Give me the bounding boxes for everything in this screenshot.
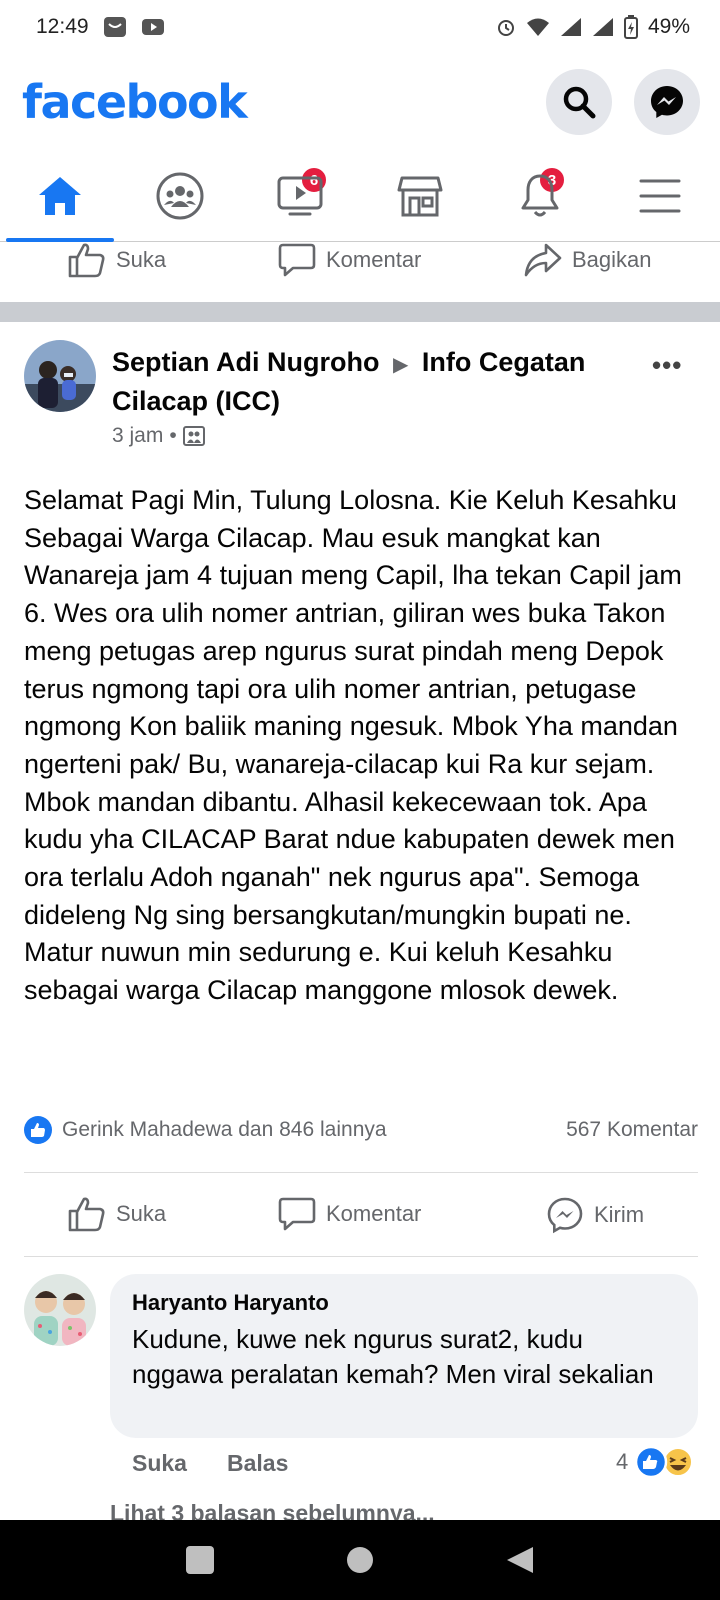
comment-reply-button[interactable]: Balas (227, 1450, 288, 1477)
comment-reaction-count: 4 (616, 1449, 629, 1474)
comment-icon (278, 1197, 316, 1231)
send-label: Kirim (594, 1202, 645, 1227)
meta-dot: • (169, 424, 177, 447)
recents-square-icon[interactable] (185, 1545, 215, 1575)
search-icon (563, 86, 596, 119)
post-body: Selamat Pagi Min, Tulung Lolosna. Kie Ke… (24, 485, 682, 1006)
feed-separator (0, 302, 720, 322)
like-haha-reaction-icon (635, 1446, 694, 1478)
hamburger-menu-icon (639, 179, 681, 212)
like-reaction-icon (24, 1116, 52, 1144)
commenter-avatar[interactable] (24, 1274, 96, 1346)
tab-groups[interactable]: 6 (120, 150, 328, 241)
prev-share-button[interactable]: Bagikan (524, 242, 652, 278)
home-icon (39, 176, 81, 215)
prev-comment-button[interactable]: Komentar (278, 242, 421, 278)
post-author-name[interactable]: Septian Adi Nugroho (112, 347, 379, 377)
watch-video-icon (277, 176, 323, 215)
facebook-logo[interactable]: facebook (22, 75, 248, 129)
thumbs-up-icon (68, 1197, 105, 1232)
comment-label: Komentar (326, 1201, 422, 1226)
battery-level: 49% (647, 15, 690, 38)
comment-bubble[interactable]: Haryanto Haryanto Kudune, kuwe nek nguru… (110, 1274, 698, 1438)
app-header: facebook (0, 54, 720, 150)
divider (24, 1172, 698, 1173)
group-arrow-icon: ▶ (393, 354, 409, 376)
messenger-send-icon (547, 1197, 583, 1234)
battery-charging-icon (623, 15, 638, 39)
bell-icon (521, 174, 559, 216)
author-avatar[interactable] (24, 340, 96, 412)
thumbs-up-icon (68, 243, 105, 278)
messenger-button[interactable] (634, 69, 700, 135)
comment-text: Kudune, kuwe nek ngurus surat2, kudu ngg… (132, 1324, 654, 1389)
signal-icon-2 (592, 17, 614, 37)
comments-count[interactable]: 567 Komentar (566, 1118, 698, 1142)
like-button[interactable]: Suka (68, 1196, 166, 1232)
reactions-summary[interactable]: Gerink Mahadewa dan 846 lainnya (62, 1118, 387, 1142)
prev-share-label: Bagikan (572, 247, 652, 272)
divider (24, 1256, 698, 1257)
group-audience-icon (182, 426, 205, 446)
youtube-notification-icon (141, 17, 165, 37)
post-author-line[interactable]: Septian Adi Nugroho ▶ Info Cegatan Cilac… (112, 344, 632, 419)
prev-comment-label: Komentar (326, 247, 422, 272)
like-label: Suka (116, 1201, 167, 1226)
comment-actions: Suka Balas (132, 1450, 288, 1477)
back-triangle-icon[interactable] (505, 1545, 535, 1575)
main-tab-bar: 6 3 (0, 150, 720, 242)
post-time[interactable]: 3 jam (112, 424, 163, 448)
tab-home[interactable] (0, 150, 120, 242)
prev-like-button[interactable]: Suka (68, 242, 166, 278)
post-meta: 3 jam • (112, 424, 205, 448)
send-button[interactable]: Kirim (546, 1196, 644, 1234)
comment-button[interactable]: Komentar (278, 1196, 421, 1232)
notification-app-icon (103, 16, 127, 38)
tab-menu[interactable] (600, 150, 720, 241)
prev-like-label: Suka (116, 247, 167, 272)
marketplace-icon (397, 176, 443, 216)
tab-notifications[interactable] (480, 150, 600, 241)
commenter-name[interactable]: Haryanto Haryanto (132, 1288, 676, 1318)
comment-icon (278, 243, 316, 277)
tab-watch[interactable]: 3 (240, 150, 566, 241)
tab-marketplace[interactable] (360, 150, 480, 241)
search-button[interactable] (546, 69, 612, 135)
messenger-icon (651, 86, 683, 118)
groups-icon (156, 172, 204, 219)
comment-like-button[interactable]: Suka (132, 1450, 187, 1477)
status-bar: 12:49 49% (0, 0, 720, 54)
alarm-icon (496, 17, 516, 37)
previous-post-actions: Suka Komentar Bagikan (0, 242, 720, 282)
share-icon (524, 243, 562, 277)
home-circle-icon[interactable] (345, 1545, 375, 1575)
system-navigation-bar (0, 1520, 720, 1600)
wifi-icon (526, 17, 550, 37)
post-more-options-icon[interactable]: ••• (652, 350, 682, 381)
status-time: 12:49 (36, 15, 89, 38)
post-reactions-bar[interactable]: Gerink Mahadewa dan 846 lainnya 567 Kome… (24, 1116, 698, 1144)
post-actions: Suka Komentar Kirim (0, 1196, 720, 1236)
signal-icon (560, 17, 582, 37)
comment-reactions[interactable]: 4 (616, 1446, 696, 1478)
